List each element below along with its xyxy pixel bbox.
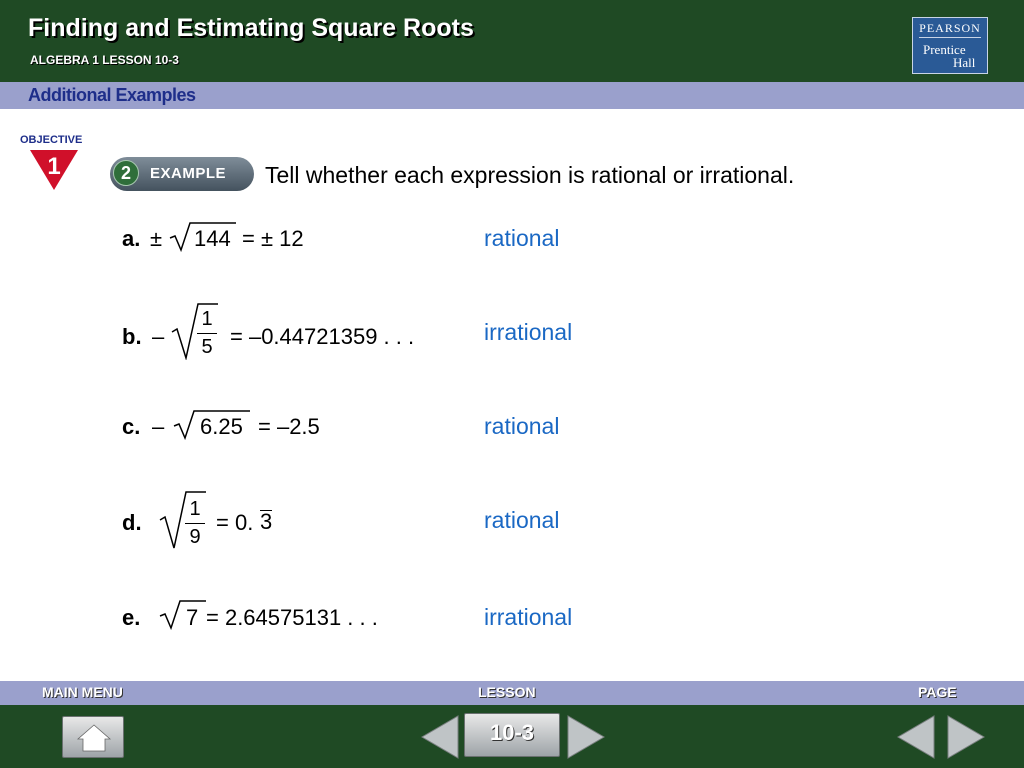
sign-a: ± — [150, 226, 163, 251]
home-icon — [76, 724, 112, 752]
radicand-c: 6.25 — [200, 414, 243, 439]
logo-line-1: PEARSON — [919, 21, 981, 35]
item-letter-b: b. — [122, 324, 142, 349]
radical-sign-icon — [159, 600, 206, 630]
result-c: = –2.5 — [258, 414, 320, 439]
denominator-d: 9 — [189, 526, 201, 548]
logo-line-3: Hall — [953, 55, 976, 70]
expression-b: b. – 1 5 = –0.44721359 . . . — [122, 300, 482, 360]
header-bar: Finding and Estimating Square Roots ALGE… — [0, 0, 1024, 82]
sign-c: – — [152, 414, 165, 439]
item-letter-a: a. — [122, 226, 141, 251]
fraction-bar — [197, 333, 217, 334]
page-title: Finding and Estimating Square Roots — [28, 14, 474, 42]
answer-e: irrational — [484, 604, 573, 630]
item-letter-e: e. — [122, 605, 141, 630]
main-menu-button[interactable] — [62, 716, 124, 758]
pearson-prentice-hall-logo: PEARSON Prentice Hall — [912, 17, 988, 74]
lesson-button-label: 10-3 — [489, 720, 535, 745]
item-letter-d: d. — [122, 510, 142, 535]
page-next-button[interactable] — [946, 714, 986, 760]
lesson-label: LESSON — [478, 684, 536, 700]
logo-divider — [919, 37, 981, 38]
answer-d: rational — [484, 507, 560, 533]
answer-a: rational — [484, 225, 560, 251]
expression-e: e. 7 = 2.64575131 . . . — [122, 600, 482, 660]
numerator-b: 1 — [201, 308, 213, 330]
expression-a: a. ± 144 = ± 12 — [122, 222, 482, 282]
radicand-a: 144 — [194, 226, 231, 251]
example-badge: 2 EXAMPLE — [110, 157, 254, 191]
section-bar-label: Additional Examples — [28, 85, 196, 105]
result-a: = ± 12 — [242, 226, 304, 251]
denominator-b: 5 — [201, 336, 213, 358]
objective-triangle-icon: 1 — [30, 150, 78, 190]
objective-number: 1 — [47, 153, 60, 180]
item-letter-c: c. — [122, 414, 141, 439]
result-b: = –0.44721359 . . . — [230, 324, 415, 349]
fraction-d: 1 9 — [185, 498, 205, 549]
example-number: 2 — [113, 160, 139, 186]
answer-b: irrational — [484, 319, 573, 345]
section-bar: Additional Examples — [0, 82, 1024, 109]
objective-badge: OBJECTIVE 1 — [20, 134, 90, 194]
result-d-prefix: = 0. — [216, 510, 254, 535]
page-label: PAGE — [918, 684, 957, 700]
fraction-bar — [185, 523, 205, 524]
answer-c: rational — [484, 413, 560, 439]
lesson-button[interactable]: 10-3 — [464, 713, 560, 757]
lesson-subtitle: ALGEBRA 1 LESSON 10-3 — [30, 53, 179, 67]
numerator-d: 1 — [189, 498, 201, 520]
sign-b: – — [152, 324, 165, 349]
radicand-e: 7 — [186, 605, 199, 630]
lesson-prev-button[interactable] — [420, 714, 460, 760]
repeating-digit-d: 3 — [260, 509, 273, 534]
lesson-next-button[interactable] — [566, 714, 606, 760]
example-label: EXAMPLE — [150, 165, 227, 182]
result-e: = 2.64575131 . . . — [206, 605, 378, 630]
expression-d: d. 1 9 = 0. 3 — [122, 490, 482, 550]
expression-c: c. – 6.25 = –2.5 — [122, 410, 482, 470]
footer-label-bar: MAIN MENU LESSON PAGE — [0, 681, 1024, 705]
page-prev-button[interactable] — [896, 714, 936, 760]
example-prompt: Tell whether each expression is rational… — [265, 162, 795, 188]
main-menu-label: MAIN MENU — [42, 684, 123, 700]
fraction-b: 1 5 — [197, 308, 217, 359]
